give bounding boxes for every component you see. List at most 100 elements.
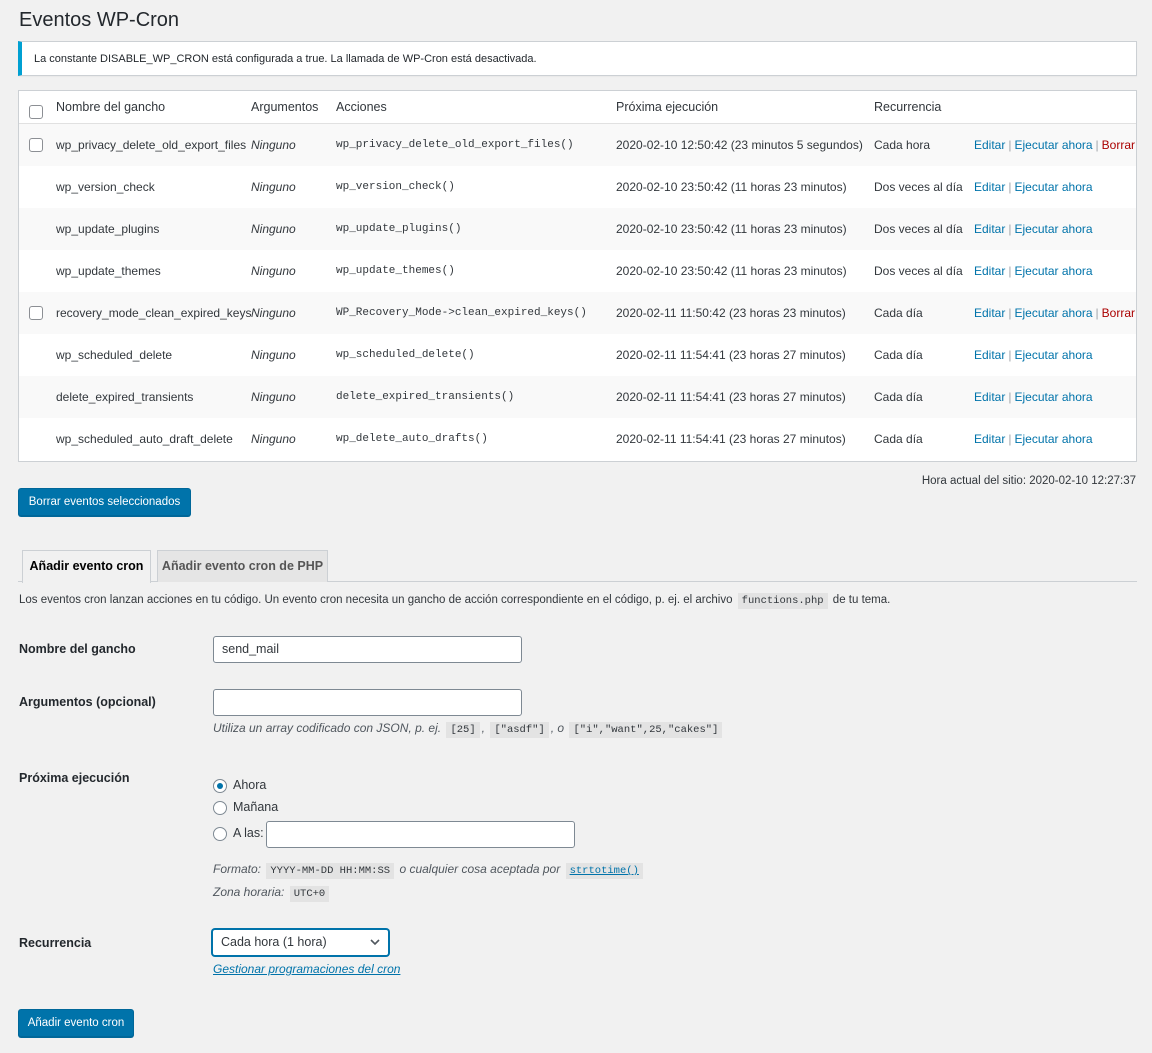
page: Eventos WP-Cron [0, 0, 1152, 40]
edit-link[interactable]: Editar [974, 432, 1005, 446]
table-row: delete_expired_transients Ninguno delete… [19, 376, 1136, 418]
format-middle: o cualquier cosa aceptada por [399, 862, 561, 876]
args-hint-code1: [25] [446, 722, 480, 738]
row-args: Ninguno [251, 432, 296, 446]
radio-tomorrow[interactable] [213, 801, 227, 815]
row-args: Ninguno [251, 264, 296, 278]
run-now-link[interactable]: Ejecutar ahora [1014, 138, 1092, 152]
header-hook[interactable]: Nombre del gancho [56, 91, 165, 124]
row-links: Editar | Ejecutar ahora [974, 180, 1093, 194]
row-hook: wp_update_plugins [56, 222, 160, 236]
row-next-run: 2020-02-10 23:50:42 (11 horas 23 minutos… [616, 264, 847, 278]
intro-after: de tu tema. [832, 594, 891, 606]
row-hook: wp_scheduled_delete [56, 348, 173, 362]
row-links: Editar | Ejecutar ahora [974, 348, 1093, 362]
edit-link[interactable]: Editar [974, 348, 1005, 362]
run-now-link[interactable]: Ejecutar ahora [1014, 348, 1092, 362]
row-recurrence: Cada día [874, 348, 923, 362]
delete-link[interactable]: Borrar [1102, 138, 1135, 152]
args-hint-code3: ["i","want",25,"cakes"] [569, 722, 723, 738]
args-hint-prefix: Utiliza un array codificado con JSON, p.… [213, 721, 442, 735]
timezone-prefix: Zona horaria: [213, 885, 285, 899]
radio-now[interactable] [213, 779, 227, 793]
format-hint: Formato: YYYY-MM-DD HH:MM:SS o cualquier… [213, 862, 645, 879]
args-hint-code2: ["asdf"] [490, 722, 549, 738]
row-checkbox[interactable] [29, 306, 43, 320]
add-cron-event-button[interactable]: Añadir evento cron [18, 1009, 134, 1037]
row-links: Editar | Ejecutar ahora [974, 432, 1093, 446]
radio-tomorrow-label[interactable]: Mañana [233, 800, 278, 814]
row-recurrence: Cada hora [874, 138, 931, 152]
run-now-link[interactable]: Ejecutar ahora [1014, 222, 1092, 236]
row-links: Editar | Ejecutar ahora [974, 390, 1093, 404]
manage-schedules-link[interactable]: Gestionar programaciones del cron [213, 962, 400, 976]
run-now-link[interactable]: Ejecutar ahora [1014, 180, 1092, 194]
row-action: wp_privacy_delete_old_export_files() [336, 139, 574, 151]
timezone-hint: Zona horaria: UTC+0 [213, 885, 331, 902]
chevron-down-icon [369, 930, 381, 964]
tab-add-cron-event[interactable]: Añadir evento cron [22, 550, 151, 583]
row-action: wp_update_themes() [336, 265, 455, 277]
row-next-run: 2020-02-10 23:50:42 (11 horas 23 minutos… [616, 222, 847, 236]
row-next-run: 2020-02-11 11:54:41 (23 horas 27 minutos… [616, 432, 846, 446]
row-args: Ninguno [251, 180, 296, 194]
run-now-link[interactable]: Ejecutar ahora [1014, 264, 1092, 278]
row-args: Ninguno [251, 222, 296, 236]
edit-link[interactable]: Editar [974, 264, 1005, 278]
args-label: Argumentos (opcional) [19, 695, 156, 709]
edit-link[interactable]: Editar [974, 306, 1005, 320]
intro-code: functions.php [737, 593, 828, 609]
edit-link[interactable]: Editar [974, 390, 1005, 404]
edit-link[interactable]: Editar [974, 138, 1005, 152]
recurrence-selected: Cada hora (1 hora) [221, 935, 327, 949]
table-row: wp_scheduled_delete Ninguno wp_scheduled… [19, 334, 1136, 376]
timezone-code: UTC+0 [289, 886, 330, 902]
table-row: wp_update_themes Ninguno wp_update_theme… [19, 250, 1136, 292]
radio-now-label[interactable]: Ahora [233, 778, 266, 792]
row-checkbox[interactable] [29, 138, 43, 152]
edit-link[interactable]: Editar [974, 222, 1005, 236]
tab-add-php-cron-event[interactable]: Añadir evento cron de PHP [157, 550, 328, 582]
at-datetime-input[interactable] [266, 821, 575, 848]
radio-at-label[interactable]: A las: [233, 826, 264, 840]
recurrence-select[interactable]: Cada hora (1 hora) [212, 929, 389, 956]
row-action: wp_version_check() [336, 181, 455, 193]
header-next-run[interactable]: Próxima ejecución [616, 91, 718, 124]
row-action: wp_update_plugins() [336, 223, 462, 235]
run-now-link[interactable]: Ejecutar ahora [1014, 306, 1092, 320]
delete-selected-button[interactable]: Borrar eventos seleccionados [18, 488, 191, 516]
row-hook: wp_privacy_delete_old_export_files [56, 138, 247, 152]
run-now-link[interactable]: Ejecutar ahora [1014, 432, 1092, 446]
delete-link[interactable]: Borrar [1102, 306, 1135, 320]
tab-bar: Añadir evento cron Añadir evento cron de… [18, 550, 1137, 583]
format-code: YYYY-MM-DD HH:MM:SS [266, 863, 395, 879]
row-hook: delete_expired_transients [56, 390, 194, 404]
row-action: WP_Recovery_Mode->clean_expired_keys() [336, 307, 587, 319]
args-input[interactable] [213, 689, 522, 716]
hook-name-input[interactable]: send_mail [213, 636, 522, 663]
radio-at[interactable] [213, 827, 227, 841]
row-next-run: 2020-02-11 11:54:41 (23 horas 27 minutos… [616, 390, 846, 404]
header-recurrence[interactable]: Recurrencia [874, 91, 941, 124]
row-next-run: 2020-02-10 12:50:42 (23 minutos 5 segund… [616, 138, 863, 152]
row-args: Ninguno [251, 348, 296, 362]
format-prefix: Formato: [213, 862, 262, 876]
recurrence-label: Recurrencia [19, 936, 92, 950]
row-hook: recovery_mode_clean_expired_keys [56, 306, 252, 320]
table-row: wp_scheduled_auto_draft_delete Ninguno w… [19, 418, 1136, 460]
row-action: wp_delete_auto_drafts() [336, 433, 488, 445]
cron-events-table: Nombre del gancho Argumentos Acciones Pr… [18, 90, 1137, 462]
strtotime-link[interactable]: strtotime() [570, 865, 639, 877]
row-next-run: 2020-02-10 23:50:42 (11 horas 23 minutos… [616, 180, 847, 194]
select-all-checkbox[interactable] [29, 105, 43, 119]
notice-disabled-cron: La constante DISABLE_WP_CRON está config… [18, 41, 1137, 76]
row-recurrence: Cada día [874, 432, 923, 446]
row-links: Editar | Ejecutar ahora [974, 264, 1093, 278]
edit-link[interactable]: Editar [974, 180, 1005, 194]
args-hint-sep: , o [550, 721, 565, 735]
table-row: wp_update_plugins Ninguno wp_update_plug… [19, 208, 1136, 250]
row-action: wp_scheduled_delete() [336, 349, 475, 361]
row-hook: wp_update_themes [56, 264, 161, 278]
row-links: Editar | Ejecutar ahora | Borrar [974, 138, 1135, 152]
run-now-link[interactable]: Ejecutar ahora [1014, 390, 1092, 404]
